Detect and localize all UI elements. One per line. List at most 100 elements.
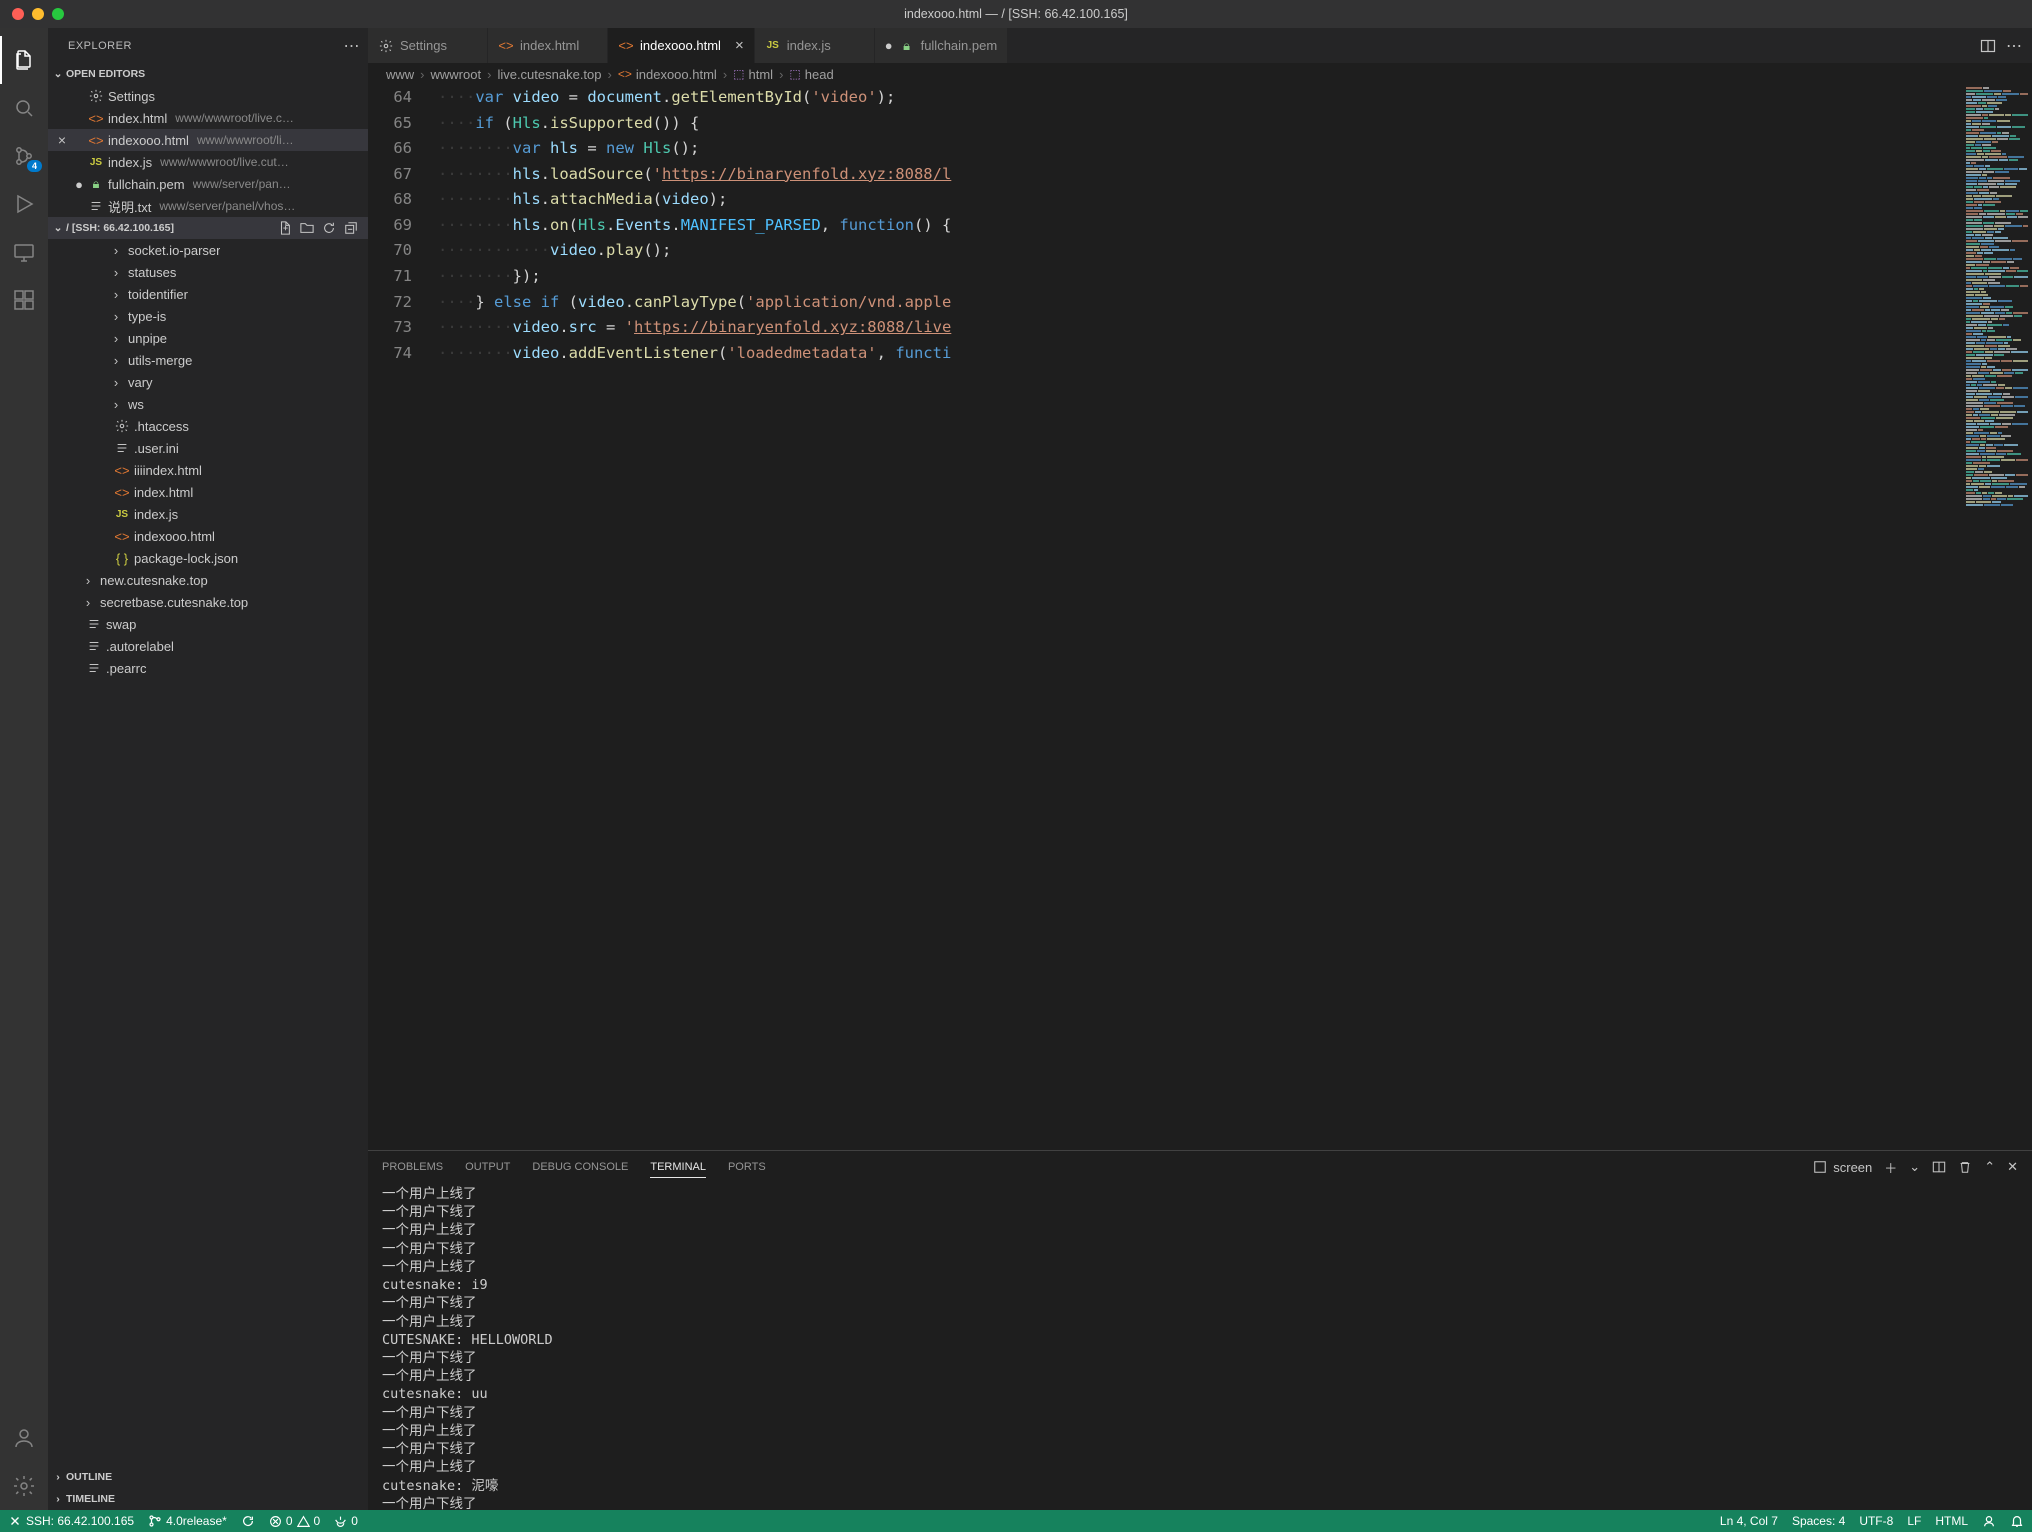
minimize-window-button[interactable] [32, 8, 44, 20]
chevron-right-icon: › [50, 1471, 66, 1483]
tree-folder[interactable]: ›statuses [48, 261, 368, 283]
tree-file[interactable]: swap [48, 613, 368, 635]
open-editor-item[interactable]: 说明.txtwww/server/panel/vhos… [48, 195, 368, 217]
tree-item-label: utils-merge [128, 353, 192, 368]
tree-folder[interactable]: ›socket.io-parser [48, 239, 368, 261]
kill-terminal-icon[interactable] [1958, 1160, 1972, 1174]
panel-tab[interactable]: TERMINAL [650, 1157, 706, 1178]
tree-folder[interactable]: ›unpipe [48, 327, 368, 349]
breadcrumb-item[interactable]: wwwroot [431, 67, 482, 82]
tree-file[interactable]: .autorelabel [48, 635, 368, 657]
js-file-icon: JS [765, 40, 781, 51]
editor-tab[interactable]: JSindex.js [755, 28, 875, 63]
remote-explorer-view-icon[interactable] [0, 228, 48, 276]
tree-folder[interactable]: ›vary [48, 371, 368, 393]
panel-tab[interactable]: DEBUG CONSOLE [532, 1157, 628, 1178]
open-editor-item[interactable]: ×<>indexooo.htmlwww/wwwroot/li… [48, 129, 368, 151]
remote-status[interactable]: SSH: 66.42.100.165 [8, 1514, 134, 1528]
run-debug-view-icon[interactable] [0, 180, 48, 228]
maximize-window-button[interactable] [52, 8, 64, 20]
terminal-profile[interactable]: screen [1813, 1160, 1872, 1175]
workspace-header[interactable]: ⌄ / [SSH: 66.42.100.165] [48, 217, 368, 239]
editor-tab[interactable]: <>indexooo.html× [608, 28, 755, 63]
indentation-status[interactable]: Spaces: 4 [1792, 1514, 1845, 1528]
open-editor-path: www/server/panel/vhos… [159, 199, 295, 213]
new-folder-icon[interactable] [298, 219, 316, 237]
tree-file[interactable]: .user.ini [48, 437, 368, 459]
open-editor-item[interactable]: <>index.htmlwww/wwwroot/live.c… [48, 107, 368, 129]
collapse-all-icon[interactable] [342, 219, 360, 237]
sidebar-more-icon[interactable]: ⋯ [344, 36, 361, 56]
cursor-position[interactable]: Ln 4, Col 7 [1720, 1514, 1778, 1528]
tree-folder[interactable]: › utils-merge [48, 349, 368, 371]
close-window-button[interactable] [12, 8, 24, 20]
tree-folder[interactable]: ›secretbase.cutesnake.top [48, 591, 368, 613]
language-status[interactable]: HTML [1935, 1514, 1968, 1528]
editor-tab[interactable]: <>index.html [488, 28, 608, 63]
timeline-header[interactable]: › TIMELINE [48, 1488, 368, 1510]
breadcrumb-item[interactable]: <>indexooo.html [618, 67, 717, 82]
tree-file[interactable]: <>index.html [48, 481, 368, 503]
extensions-view-icon[interactable] [0, 276, 48, 324]
text-file-icon [86, 661, 102, 675]
panel-tab[interactable]: OUTPUT [465, 1157, 510, 1178]
outline-header[interactable]: › OUTLINE [48, 1466, 368, 1488]
open-editors-header[interactable]: ⌄ OPEN EDITORS [48, 63, 368, 85]
code-editor[interactable]: 6465666768697071727374 ····var video = d… [368, 85, 2032, 1150]
accounts-icon[interactable] [0, 1414, 48, 1462]
open-editor-item[interactable]: ●🔒︎fullchain.pemwww/server/pan… [48, 173, 368, 195]
feedback-icon[interactable] [1982, 1514, 1996, 1528]
more-actions-icon[interactable]: ⋯ [2006, 36, 2022, 56]
tree-file[interactable]: <>iiiindex.html [48, 459, 368, 481]
problems-status[interactable]: 0 0 [269, 1514, 320, 1528]
eol-status[interactable]: LF [1907, 1514, 1921, 1528]
new-terminal-icon[interactable]: ＋ [1884, 1158, 1897, 1177]
tree-file[interactable]: { }package-lock.json [48, 547, 368, 569]
close-tab-icon[interactable]: × [735, 37, 744, 54]
breadcrumb-item[interactable]: live.cutesnake.top [497, 67, 601, 82]
panel-tab[interactable]: PORTS [728, 1157, 766, 1178]
tree-folder[interactable]: ›new.cutesnake.top [48, 569, 368, 591]
breadcrumb-item[interactable]: www [386, 67, 414, 82]
ports-status[interactable]: 0 [334, 1514, 358, 1528]
new-file-icon[interactable] [276, 219, 294, 237]
tree-folder[interactable]: ›ws [48, 393, 368, 415]
tree-folder[interactable]: ›type-is [48, 305, 368, 327]
tree-file[interactable]: JSindex.js [48, 503, 368, 525]
source-control-view-icon[interactable]: 4 [0, 132, 48, 180]
panel-close-icon[interactable]: ✕ [2007, 1159, 2018, 1175]
git-branch-status[interactable]: 4.0release* [148, 1514, 227, 1528]
tree-file[interactable]: <>indexooo.html [48, 525, 368, 547]
chevron-right-icon: › [108, 353, 124, 368]
editor-tab[interactable]: Settings [368, 28, 488, 63]
chevron-down-icon: ⌄ [50, 68, 66, 80]
terminal-dropdown-icon[interactable]: ⌄ [1909, 1159, 1920, 1175]
code-content[interactable]: ····var video = document.getElementById(… [438, 85, 2032, 1150]
settings-file-icon [378, 39, 394, 53]
panel-maximize-icon[interactable]: ⌃ [1984, 1159, 1995, 1175]
breadcrumb-label: html [749, 67, 774, 82]
encoding-status[interactable]: UTF-8 [1859, 1514, 1893, 1528]
notifications-icon[interactable] [2010, 1514, 2024, 1528]
refresh-icon[interactable] [320, 219, 338, 237]
panel-tab[interactable]: PROBLEMS [382, 1157, 443, 1178]
tree-file[interactable]: .htaccess [48, 415, 368, 437]
explorer-view-icon[interactable] [0, 36, 48, 84]
manage-gear-icon[interactable] [0, 1462, 48, 1510]
split-terminal-icon[interactable] [1932, 1160, 1946, 1174]
search-view-icon[interactable] [0, 84, 48, 132]
breadcrumb-item[interactable]: ⬚html [733, 67, 773, 82]
open-editor-item[interactable]: JSindex.jswww/wwwroot/live.cut… [48, 151, 368, 173]
close-editor-icon[interactable]: × [54, 132, 70, 148]
tree-folder[interactable]: ›toidentifier [48, 283, 368, 305]
open-editor-item[interactable]: Settings [48, 85, 368, 107]
tree-file[interactable]: .pearrc [48, 657, 368, 679]
html-file-icon: <> [618, 38, 634, 53]
terminal-output[interactable]: 一个用户上线了 一个用户下线了 一个用户上线了 一个用户下线了 一个用户上线了 … [368, 1183, 2032, 1510]
sync-status[interactable] [241, 1514, 255, 1528]
minimap[interactable] [1962, 85, 2032, 1150]
breadcrumbs[interactable]: www›wwwroot›live.cutesnake.top›<>indexoo… [368, 63, 2032, 85]
editor-tab[interactable]: ●🔒︎fullchain.pem [875, 28, 1008, 63]
split-editor-icon[interactable] [1980, 38, 1996, 54]
breadcrumb-item[interactable]: ⬚head [789, 67, 833, 82]
